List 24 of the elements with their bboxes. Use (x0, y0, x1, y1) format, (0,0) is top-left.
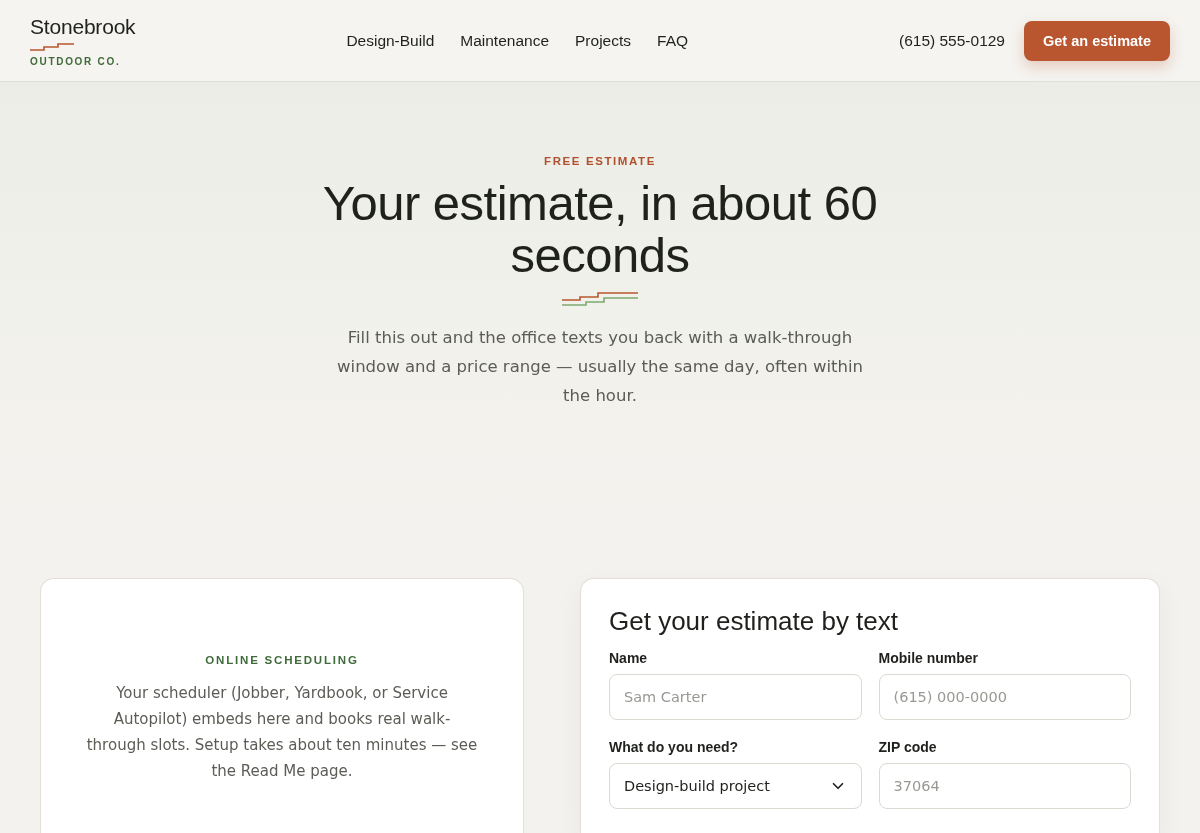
field-label: Name (609, 650, 648, 666)
stair-lines-icon (562, 291, 638, 306)
input-field[interactable]: Sam Carter (609, 674, 862, 720)
card-eyebrow: ONLINE SCHEDULING (205, 654, 359, 666)
eyebrow-label: FREE ESTIMATE (544, 155, 656, 167)
field-label: What do you need? (609, 739, 739, 755)
hero-title: Your estimate, in about 60 seconds (321, 177, 879, 281)
logo-name[interactable]: Stonebrook (30, 14, 136, 39)
nav-link[interactable]: Maintenance (460, 31, 550, 50)
field-label: Mobile number (878, 650, 979, 666)
nav-link[interactable]: Design-Build (346, 31, 435, 50)
nav-link[interactable]: Projects (575, 31, 632, 50)
hero-description: Fill this out and the office texts you back with a walk-through window and a price range — usually the same day, often within the hour. (336, 327, 864, 407)
estimate-button[interactable]: Get an estimate (1024, 20, 1170, 61)
scheduler-description: Your scheduler (Jobber, Yardbook, or Service Autopilot) embeds here and books real walk-through slots. Setup takes about ten minutes — see the Read Me page. (85, 683, 479, 782)
input-field[interactable]: (615) 000-0000 (878, 674, 1131, 720)
select-field[interactable]: Design-build project (609, 763, 862, 809)
phone-link[interactable]: (615) 555-0129 (899, 31, 1005, 50)
field-label: ZIP code (878, 739, 937, 755)
input-field[interactable]: 37064 (878, 763, 1131, 809)
logo-tagline: OUTDOOR CO. (30, 55, 121, 67)
nav-link[interactable]: FAQ (657, 31, 689, 50)
form-title: Get your estimate by text (609, 605, 899, 637)
stair-line-icon (30, 42, 74, 51)
